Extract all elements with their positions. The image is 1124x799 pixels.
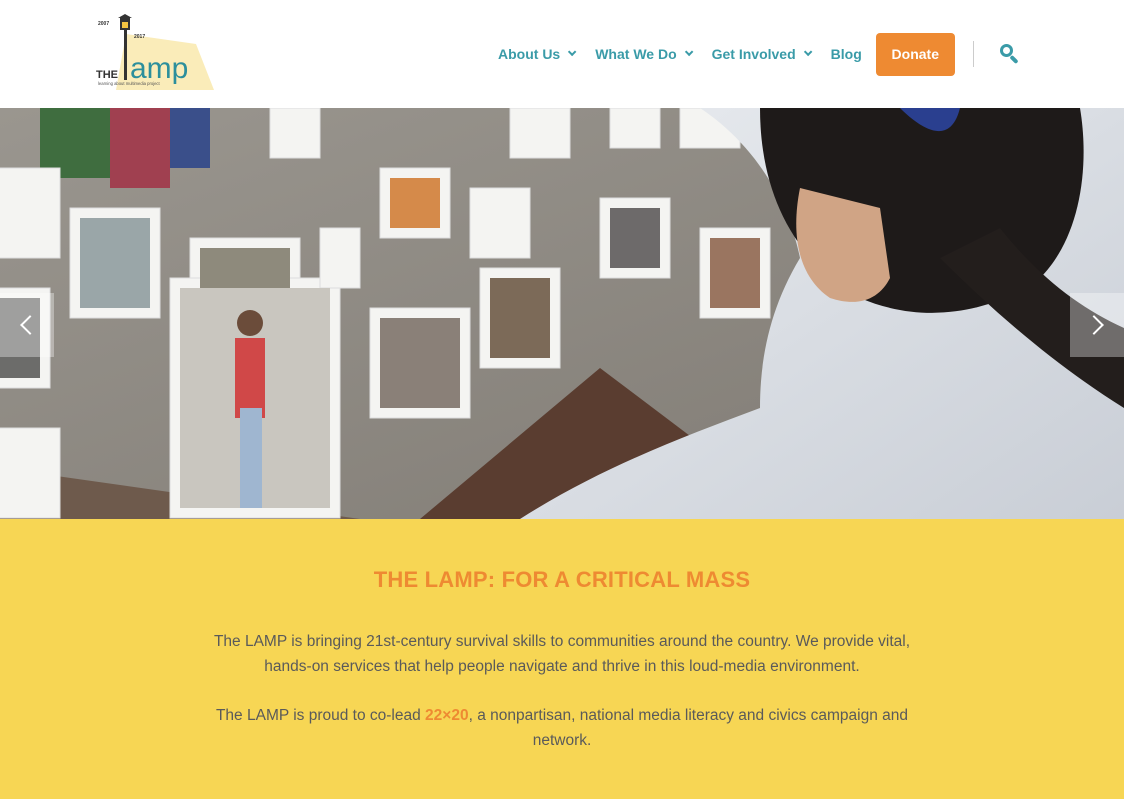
nav-what-we-do[interactable]: What We Do bbox=[595, 46, 693, 62]
svg-text:THE: THE bbox=[96, 69, 118, 81]
intro-heading: THE LAMP: FOR A CRITICAL MASS bbox=[373, 567, 751, 592]
nav-divider bbox=[972, 41, 974, 67]
nav-label: What We Do bbox=[595, 46, 677, 62]
slider-prev-button[interactable] bbox=[0, 293, 54, 357]
site-header: 2007 2017 THE amp learning about multime… bbox=[0, 0, 1124, 108]
nav-about-us[interactable]: About Us bbox=[498, 46, 577, 62]
main-nav: About Us What We Do Get Involved Blog Do… bbox=[498, 0, 1021, 108]
svg-text:2007: 2007 bbox=[98, 21, 109, 27]
nav-label: About Us bbox=[498, 46, 561, 62]
donate-button[interactable]: Donate bbox=[875, 32, 955, 76]
chevron-down-icon bbox=[803, 47, 813, 57]
hero-slider bbox=[0, 108, 1124, 519]
intro-text: The LAMP is proud to co-lead bbox=[215, 707, 426, 724]
search-icon[interactable] bbox=[999, 43, 1021, 65]
intro-section: THE LAMP: FOR A CRITICAL MASS The LAMP i… bbox=[0, 519, 1124, 799]
chevron-left-icon bbox=[20, 315, 40, 335]
svg-text:2017: 2017 bbox=[134, 34, 145, 40]
svg-text:learning about multimedia proj: learning about multimedia project bbox=[98, 81, 161, 86]
nav-label: Blog bbox=[830, 46, 862, 62]
chevron-right-icon bbox=[1084, 315, 1104, 335]
chevron-down-icon bbox=[684, 47, 693, 57]
nav-blog[interactable]: Blog bbox=[831, 46, 862, 62]
site-logo[interactable]: 2007 2017 THE amp learning about multime… bbox=[96, 14, 216, 94]
intro-paragraph: The LAMP is bringing 21st-century surviv… bbox=[213, 633, 911, 675]
chevron-down-icon bbox=[568, 47, 577, 57]
nav-get-involved[interactable]: Get Involved bbox=[711, 46, 813, 62]
hero-image bbox=[0, 108, 1124, 519]
intro-paragraph-2: The LAMP is proud to co-lead 22×20, a no… bbox=[190, 703, 934, 753]
nav-label: Get Involved bbox=[711, 46, 796, 62]
slider-next-button[interactable] bbox=[1070, 293, 1124, 357]
intro-text: , a nonpartisan, national media literacy… bbox=[468, 707, 909, 749]
link-22x20[interactable]: 22×20 bbox=[425, 707, 469, 724]
